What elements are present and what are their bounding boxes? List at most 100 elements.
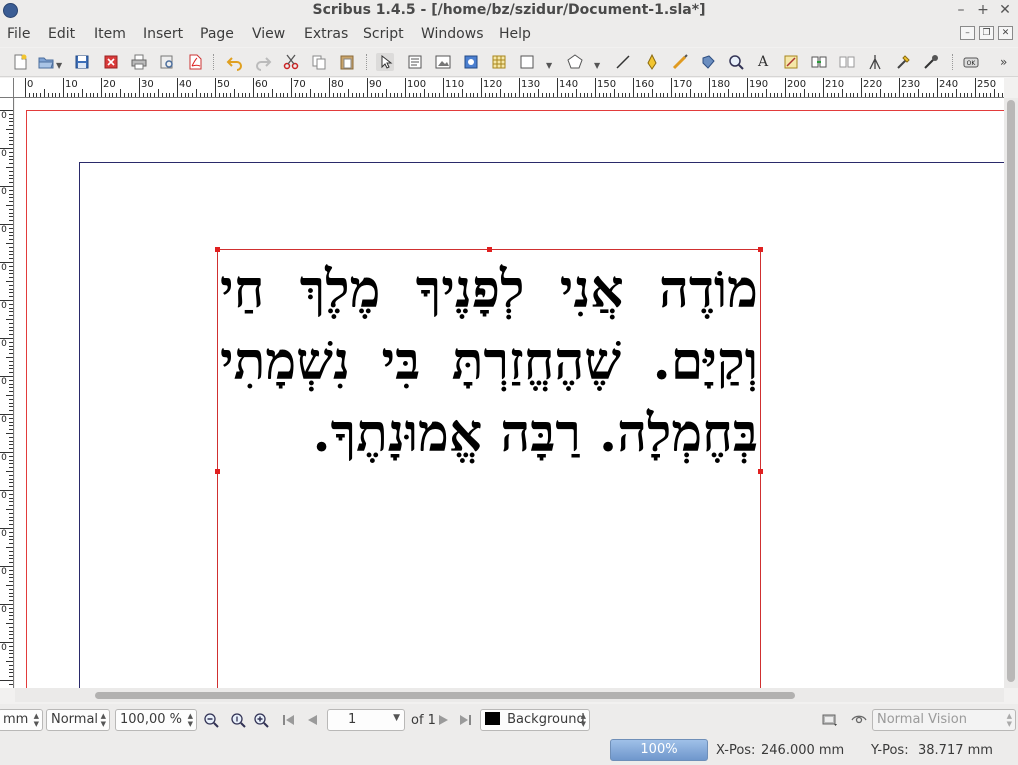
visual-appearance-icon[interactable] [851,712,867,728]
ruler-label: 130 [521,79,541,90]
open-document-icon[interactable] [37,53,55,71]
mdi-close-icon[interactable]: ✕ [998,26,1013,40]
vertical-scrollbar[interactable] [1004,98,1018,688]
rotate-item-icon[interactable] [699,53,717,71]
close-document-icon[interactable] [102,53,120,71]
first-page-icon[interactable] [280,712,296,728]
frame-text-content[interactable]: מוֹדֶה אֲנִי לְפָנֶיךָ מֶלֶךְ חַי וְקַיָ… [218,254,760,470]
menu-extras[interactable]: Extras [304,26,348,42]
menu-edit[interactable]: Edit [48,26,75,42]
mdi-restore-icon[interactable]: ❐ [979,26,994,40]
zoom-100-icon[interactable] [230,712,246,728]
menu-insert[interactable]: Insert [143,26,183,42]
pdf-push-button-icon[interactable]: OK [962,53,980,71]
vertical-ruler[interactable]: 0 0 0 0 0 0 0 0 0 0 0 0 0 0 0 [0,98,14,688]
menu-help[interactable]: Help [499,26,531,42]
zoom-out-icon[interactable] [203,712,219,728]
ruler-tick [9,425,13,427]
copy-icon[interactable] [310,53,328,71]
shape-icon[interactable] [518,53,536,71]
menu-item[interactable]: Item [94,26,126,42]
resize-handle-top[interactable] [487,247,492,252]
ruler-tick [9,592,13,594]
open-recent-arrow-icon[interactable]: ▼ [56,61,64,70]
menu-file[interactable]: File [7,26,30,42]
preview-toggle-icon[interactable] [822,712,838,728]
ruler-tick [553,93,555,97]
cut-icon[interactable] [282,53,300,71]
text-frame-icon[interactable] [406,53,424,71]
vertical-scrollbar-thumb[interactable] [1007,100,1015,682]
line-icon[interactable] [614,53,632,71]
save-icon[interactable] [73,53,91,71]
ruler-tick [9,341,13,343]
previous-page-icon[interactable] [304,712,320,728]
ruler-tick [469,93,471,97]
zoom-input[interactable]: 100,00 % ▲ ▼ [115,709,197,731]
image-quality-selector[interactable]: Normal ▲ ▼ [46,709,110,731]
document-canvas[interactable]: מוֹדֶה אֲנִי לְפָנֶיךָ מֶלֶךְ חַי וְקַיָ… [15,98,1004,688]
horizontal-scrollbar[interactable] [15,688,1004,702]
paste-icon[interactable] [338,53,356,71]
save-as-pdf-icon[interactable] [186,53,204,71]
menu-windows[interactable]: Windows [421,26,484,42]
resize-handle-top-left[interactable] [215,247,220,252]
ruler-tick [819,93,821,97]
y-pos-value: 38.717 mm [918,743,993,758]
copy-properties-icon[interactable] [894,53,912,71]
preview-mode-selector[interactable]: Normal Vision ▲ ▼ [872,709,1016,731]
measurements-icon[interactable] [866,53,884,71]
table-icon[interactable] [490,53,508,71]
horizontal-scrollbar-thumb[interactable] [95,692,795,699]
print-icon[interactable] [130,53,148,71]
link-text-frames-icon[interactable] [810,53,828,71]
ruler-label: 170 [673,79,693,90]
render-frame-icon[interactable] [462,53,480,71]
ruler-tick [9,520,13,522]
edit-text-icon[interactable]: A [754,53,772,71]
ruler-tick [971,93,973,97]
bezier-curve-icon[interactable] [643,53,661,71]
zoom-in-icon[interactable] [253,712,269,728]
minimize-button[interactable]: – [952,1,970,19]
shape-dropdown-arrow-icon[interactable]: ▼ [546,61,554,70]
page-number-selector[interactable]: 1 ▼ [327,709,405,731]
ruler-tick [150,93,152,97]
zoom-icon[interactable] [727,53,745,71]
text-frame[interactable]: מוֹדֶה אֲנִי לְפָנֶיךָ מֶלֶךְ חַי וְקַיָ… [215,247,763,688]
next-page-icon[interactable] [436,712,452,728]
ruler-tick [560,93,562,97]
story-editor-icon[interactable] [782,53,800,71]
horizontal-ruler[interactable]: 0 10 20 30 40 50 60 70 80 90 100 110 120 130 140 150 160… [14,78,1004,98]
ruler-tick [6,243,13,244]
ruler-tick [28,93,30,97]
menu-view[interactable]: View [252,26,285,42]
eye-dropper-icon[interactable] [922,53,940,71]
new-document-icon[interactable] [11,53,29,71]
redo-icon[interactable] [254,53,272,71]
more-tools-icon[interactable]: » [1000,53,1018,71]
ruler-tick [370,93,372,97]
last-page-icon[interactable] [458,712,474,728]
menu-script[interactable]: Script [363,26,404,42]
mdi-minimize-icon[interactable]: – [960,26,975,40]
close-button[interactable]: ✕ [996,1,1014,19]
ruler-label: 150 [597,79,617,90]
unlink-text-frames-icon[interactable] [838,53,856,71]
ruler-tick [405,78,406,97]
polygon-icon[interactable] [566,53,584,71]
freehand-line-icon[interactable] [671,53,689,71]
polygon-dropdown-arrow-icon[interactable]: ▼ [594,61,602,70]
layer-selector[interactable]: Background ▲ ▼ [480,709,590,731]
ruler-tick [9,273,13,275]
image-frame-icon[interactable] [434,53,452,71]
menu-page[interactable]: Page [200,26,234,42]
select-item-icon[interactable] [376,53,394,71]
preflight-verifier-icon[interactable] [158,53,176,71]
spin-arrows-icon: ▲ ▼ [1006,712,1012,728]
unit-selector[interactable]: mm ▲ ▼ [0,709,43,731]
maximize-button[interactable]: + [974,1,992,19]
undo-icon[interactable] [226,53,244,71]
resize-handle-top-right[interactable] [758,247,763,252]
spin-arrows-icon: ▲ ▼ [33,712,39,728]
